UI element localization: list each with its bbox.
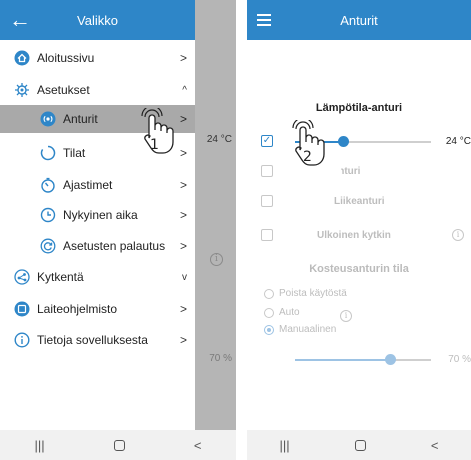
menu-item-aloitussivu[interactable]: Aloitussivu > [0,45,195,71]
liikeanturi-label: Liikeanturi [334,196,385,207]
home-button-icon[interactable] [354,439,366,451]
hamburger-menu-icon[interactable] [247,14,281,26]
menu-item-label: Laiteohjelmisto [37,302,118,316]
radio-option-label: Auto [279,307,300,318]
drawer-title: Valikko [77,12,118,28]
temperature-sensor-checkbox[interactable]: ✓ [261,135,273,147]
dimmed-background: 24 °C 70 % [195,0,236,460]
drawer-header: ← Valikko [0,0,195,40]
auto-info-icon[interactable]: i [340,310,352,322]
recent-apps-icon[interactable]: ||| [35,438,45,453]
home-button-icon[interactable] [113,439,125,451]
chevron-right-icon: > [179,51,187,65]
menu-item-ajastimet[interactable]: Ajastimet > [0,172,195,198]
chevron-down-icon: v [182,271,187,283]
chevron-right-icon: > [179,178,187,192]
ulkoinen-kytkin-checkbox[interactable] [261,229,273,241]
tap-hand-icon: 2 [287,117,333,170]
radio-option-label: Manuaalinen [279,324,337,335]
timer-icon [40,177,56,193]
mode-icon [40,145,56,161]
anturi-label: Anturi [331,166,361,177]
back-icon[interactable]: < [431,438,439,453]
humidity-slider-fill [295,359,391,361]
right-phone-screen: Anturit Lämpötila-anturi ✓ 24 °C Anturi … [247,0,471,460]
anturi-checkbox[interactable] [261,165,273,177]
step-number: 1 [150,137,159,153]
android-navbar: ||| < [0,430,236,460]
menu-item-nykyinen-aika[interactable]: Nykyinen aika > [0,202,195,228]
menu-item-label: Anturit [63,112,98,126]
back-arrow-icon[interactable]: ← [0,0,40,40]
liikeanturi-checkbox[interactable] [261,195,273,207]
back-icon[interactable]: < [194,438,202,453]
humidity-slider-thumb[interactable] [385,354,397,365]
reset-icon [40,238,56,254]
step-number: 2 [303,149,312,165]
humidity-value: 70 % [448,354,471,365]
dimmed-temperature-value: 24 °C [206,134,232,145]
chevron-right-icon: > [179,302,187,316]
sensor-icon [40,111,56,127]
radio-button-icon [264,307,274,318]
app-bar: Anturit [247,0,471,40]
menu-item-label: Kytkentä [37,270,84,284]
menu-item-kytkenta[interactable]: Kytkentä v [0,264,195,290]
home-icon [14,50,30,66]
dimmed-humidity-value: 70 % [209,353,232,364]
dimmed-info-icon: i [210,253,223,266]
radio-option-label: Poista käytöstä [279,288,347,299]
left-phone-screen: 24 °C 70 % i ← Valikko Aloitussivu > Ase… [0,0,236,460]
radio-option-auto[interactable]: Auto [264,307,300,318]
temperature-sensor-title: Lämpötila-anturi [315,102,403,114]
info-icon[interactable]: i [452,229,464,241]
info-icon [14,332,30,348]
menu-item-label: Asetukset [37,83,90,97]
firmware-icon [14,301,30,317]
menu-item-laiteohjelmisto[interactable]: Laiteohjelmisto > [0,296,195,322]
radio-option-disable[interactable]: Poista käytöstä [264,288,347,299]
menu-item-label: Aloitussivu [37,51,95,65]
menu-item-tietoja-sovelluksesta[interactable]: Tietoja sovelluksesta > [0,327,195,353]
menu-item-label: Tietoja sovelluksesta [37,333,148,347]
temperature-slider-thumb[interactable] [337,136,349,147]
android-navbar: ||| < [247,430,471,460]
radio-option-manual[interactable]: Manuaalinen [264,324,336,335]
ulkoinen-kytkin-label: Ulkoinen kytkin [317,230,391,241]
temperature-value: 24 °C [445,136,471,147]
menu-item-asetusten-palautus[interactable]: Asetusten palautus > [0,233,195,259]
chevron-up-icon: ^ [182,84,187,96]
page-title: Anturit [340,12,378,28]
humidity-mode-title: Kosteusanturin tila [309,263,409,275]
radio-button-selected-icon [264,324,274,335]
navigation-drawer: ← Valikko Aloitussivu > Asetukset ^ Antu… [0,0,195,430]
chevron-right-icon: > [179,208,187,222]
menu-item-label: Nykyinen aika [63,208,138,222]
recent-apps-icon[interactable]: ||| [280,438,290,453]
menu-item-asetukset[interactable]: Asetukset ^ [0,77,195,103]
connection-icon [14,269,30,285]
settings-icon [14,82,30,98]
clock-icon [40,207,56,223]
tap-hand-icon: 1 [136,105,182,158]
menu-item-label: Tilat [63,146,86,160]
menu-item-label: Asetusten palautus [63,239,166,253]
chevron-right-icon: > [179,333,187,347]
menu-item-label: Ajastimet [63,178,113,192]
radio-button-icon [264,288,274,299]
chevron-right-icon: > [179,239,187,253]
